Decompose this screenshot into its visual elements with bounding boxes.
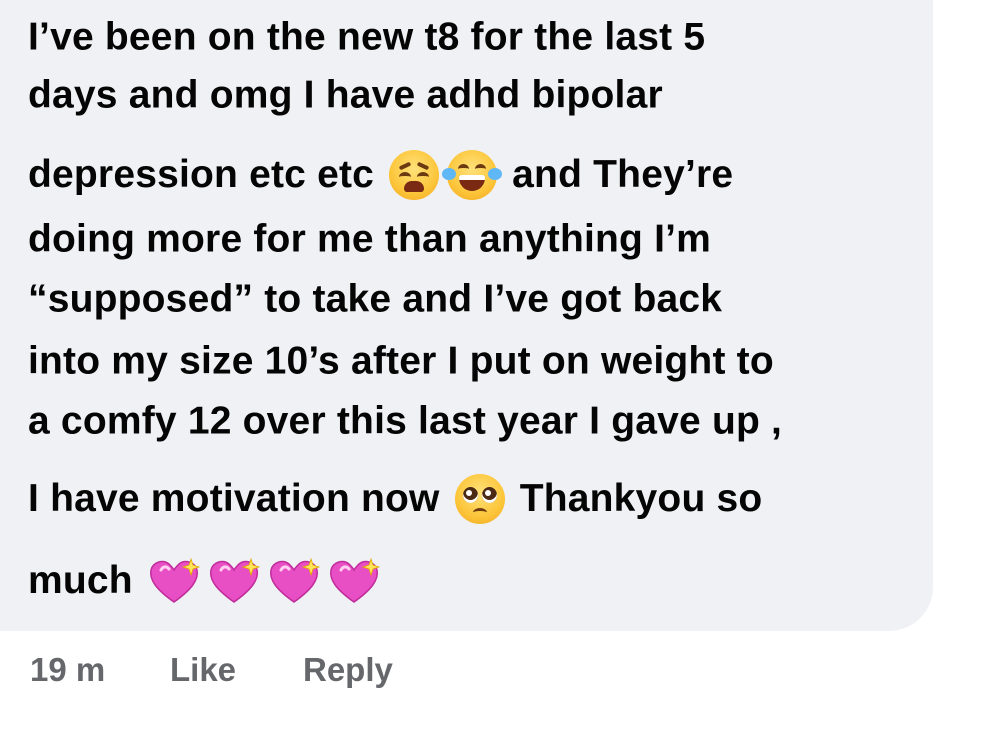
comment-text: I have motivation now	[28, 477, 440, 520]
comment-line-2: days and omg I have adhd bipolar	[28, 72, 663, 118]
comment-line-7: a comfy 12 over this last year I gave up…	[28, 398, 782, 444]
comment-line-5: “supposed” to take and I’ve got back	[28, 276, 722, 322]
pleading-face-emoji-icon	[454, 474, 505, 524]
sparkling-heart-icon	[267, 556, 321, 606]
comment-line-9: much	[28, 556, 384, 606]
comment-text: doing more for me than anything I’m	[28, 217, 712, 261]
comment-line-3: depression etc etc and They’re	[28, 150, 733, 200]
comment-line-4: doing more for me than anything I’m	[28, 216, 711, 262]
sparkling-heart-icon	[147, 556, 201, 606]
face-with-tears-of-joy-emoji-icon	[442, 150, 503, 200]
comment-text: Thankyou so	[519, 477, 763, 520]
comment-text: into my size 10’s after I put on weight …	[28, 339, 774, 383]
comment-text: and They’re	[512, 153, 734, 196]
comment-text: much	[28, 559, 133, 602]
comment-text: a comfy 12 over this last year I gave up…	[28, 399, 783, 443]
sparkling-heart-icon	[207, 556, 261, 606]
comment-text: depression etc etc	[28, 153, 375, 196]
comment-text: “supposed” to take and I’ve got back	[28, 277, 723, 321]
comment-timestamp: 19 m	[30, 651, 106, 688]
weary-face-emoji-icon	[389, 150, 440, 200]
sparkling-heart-icon	[327, 556, 381, 606]
comment-line-8: I have motivation now Thankyou so	[28, 474, 762, 524]
comment-line-6: into my size 10’s after I put on weight …	[28, 338, 774, 384]
like-button[interactable]: Like	[170, 652, 236, 688]
comment-line-1: I’ve been on the new t8 for the last 5	[28, 14, 705, 60]
comment-view: I’ve been on the new t8 for the last 5 d…	[0, 0, 987, 731]
reply-button[interactable]: Reply	[303, 652, 393, 688]
comment-text: days and omg I have adhd bipolar	[28, 73, 663, 117]
comment-text: I’ve been on the new t8 for the last 5	[28, 15, 706, 59]
